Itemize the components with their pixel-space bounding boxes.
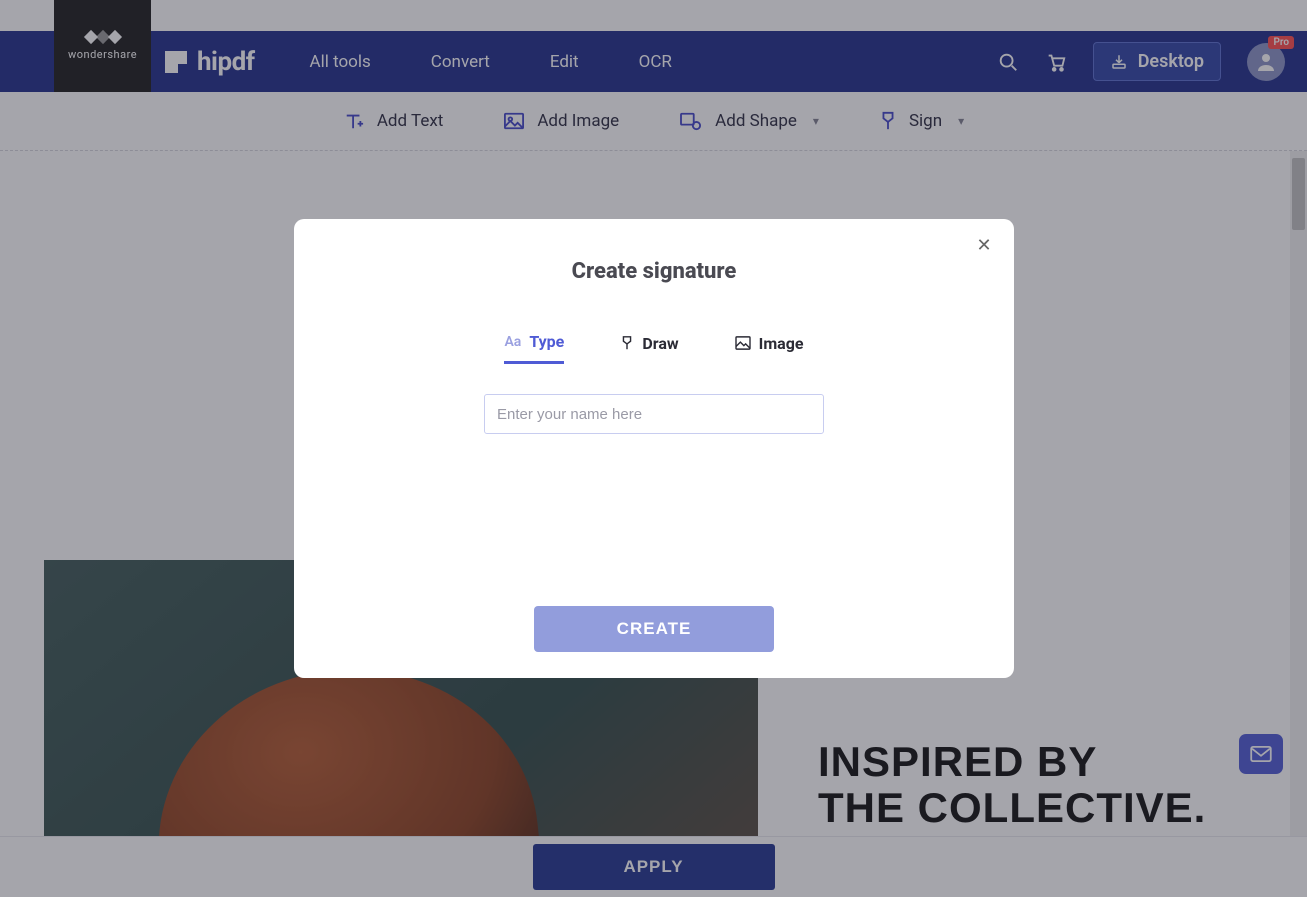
tab-draw[interactable]: Draw bbox=[620, 334, 678, 363]
create-signature-modal: ✕ Create signature Aa Type Draw Image CR… bbox=[294, 219, 1014, 678]
pen-icon bbox=[620, 335, 634, 351]
tab-image-label: Image bbox=[759, 334, 804, 353]
tab-image[interactable]: Image bbox=[735, 334, 804, 363]
modal-title: Create signature bbox=[572, 259, 737, 284]
type-prefix-icon: Aa bbox=[504, 334, 521, 350]
picture-icon bbox=[735, 336, 751, 350]
close-icon[interactable]: ✕ bbox=[974, 235, 994, 256]
tab-type-label: Type bbox=[529, 332, 564, 351]
signature-name-input[interactable] bbox=[484, 394, 824, 434]
tab-draw-label: Draw bbox=[642, 334, 678, 353]
tab-type[interactable]: Aa Type bbox=[504, 332, 564, 364]
create-button[interactable]: CREATE bbox=[534, 606, 774, 652]
